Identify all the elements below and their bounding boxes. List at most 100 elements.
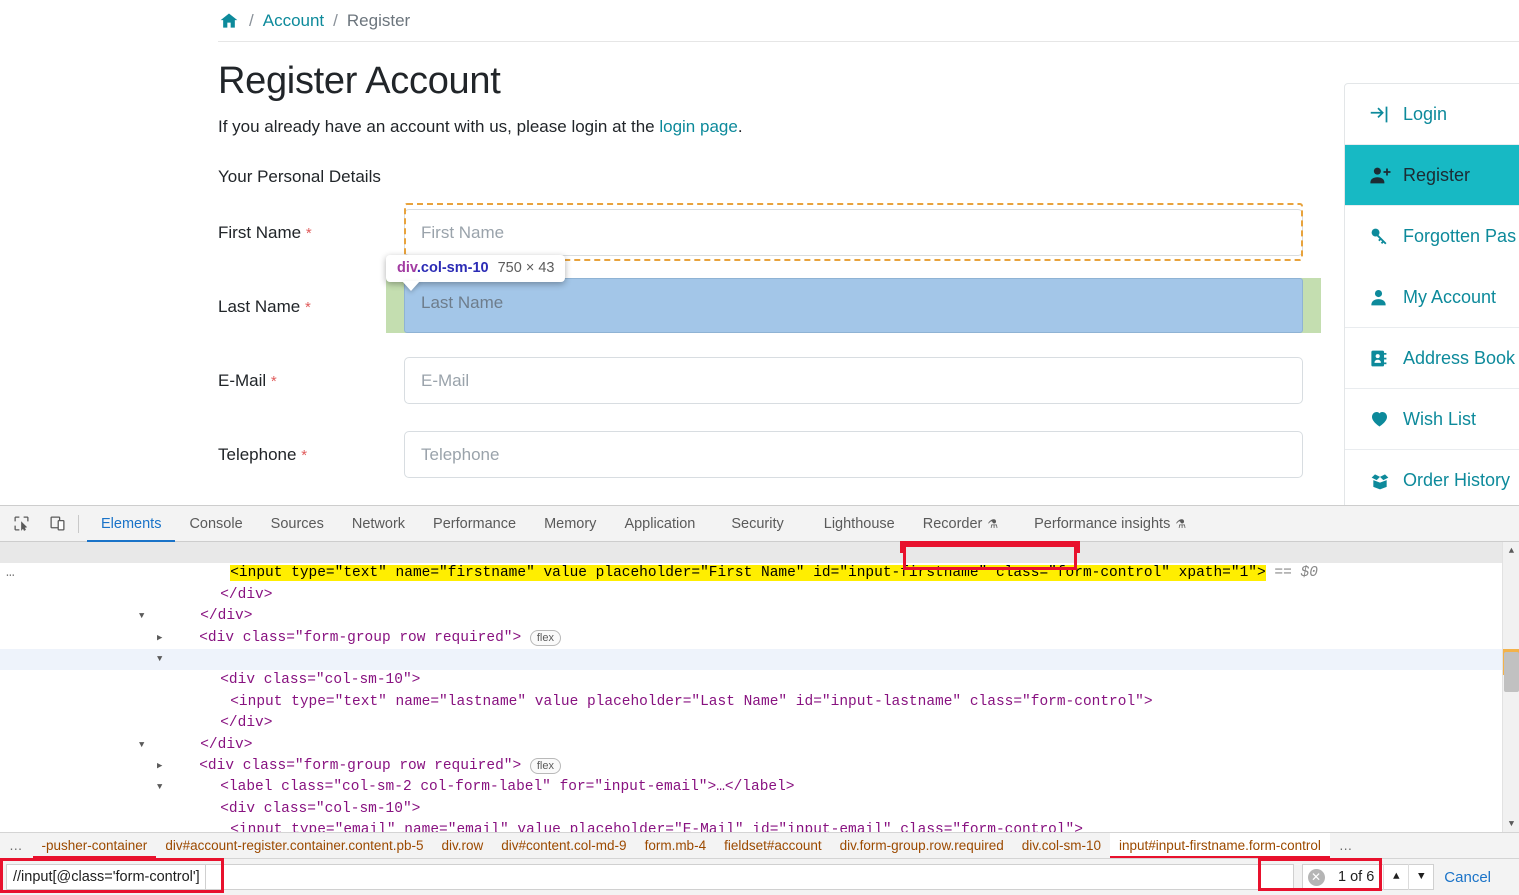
table-row[interactable]: <input type="text" name="lastname" value…: [0, 670, 1519, 691]
device-toolbar-icon[interactable]: [42, 511, 72, 537]
field-wrap-telephone: [404, 431, 1303, 478]
home-icon[interactable]: [218, 11, 240, 31]
devtools-panel: Elements Console Sources Network Perform…: [0, 505, 1519, 895]
inspector-tooltip-class: .col-sm-10: [417, 260, 489, 276]
user-plus-icon: [1369, 165, 1403, 186]
flask-icon: ⚗: [1175, 517, 1186, 531]
sidebar-item-address-book[interactable]: Address Book: [1345, 328, 1519, 389]
search-prev-icon[interactable]: ▲: [1383, 864, 1408, 890]
address-book-icon: [1369, 348, 1403, 369]
table-row[interactable]: ▼<div class="form-group row required"> f…: [0, 735, 1519, 756]
required-asterisk: *: [301, 447, 307, 464]
search-result-count: 1 of 6: [1329, 869, 1383, 885]
cancel-search-button[interactable]: Cancel: [1444, 869, 1519, 886]
sidebar-item-forgotten-password[interactable]: Forgotten Pas: [1345, 206, 1519, 267]
user-icon: [1369, 287, 1403, 308]
tab-performance-insights[interactable]: Performance insights⚗: [1012, 506, 1200, 542]
login-prompt-text: If you already have an account with us, …: [218, 117, 659, 136]
expand-triangle-icon[interactable]: ▼: [139, 606, 144, 627]
tab-elements[interactable]: Elements: [87, 506, 175, 542]
label-lastname: Last Name *: [218, 297, 404, 317]
sidebar-item-order-history-label: Order History: [1403, 470, 1510, 491]
breadcrumb-account-link[interactable]: Account: [263, 11, 324, 31]
label-firstname-text: First Name: [218, 223, 301, 242]
scrollbar-thumb[interactable]: [1504, 652, 1519, 692]
login-prompt: If you already have an account with us, …: [218, 117, 1328, 137]
tab-lighthouse[interactable]: Lighthouse: [798, 506, 909, 542]
table-row[interactable]: </div>: [0, 563, 1519, 584]
collapse-triangle-icon[interactable]: ▶: [157, 628, 162, 649]
collapse-triangle-icon[interactable]: ▶: [157, 756, 162, 777]
table-row[interactable]: ▶<label class="col-sm-2 col-form-label" …: [0, 628, 1519, 649]
breadcrumb-separator-1: /: [249, 11, 254, 31]
clear-search-icon[interactable]: ✕: [1303, 869, 1329, 886]
box-open-icon: [1369, 471, 1403, 491]
breadcrumb-overflow-ellipsis[interactable]: …: [0, 838, 33, 853]
tab-security[interactable]: Security: [709, 506, 797, 542]
table-row[interactable]: ▼<div class="col-sm-10">: [0, 777, 1519, 798]
inspector-tooltip-selector: div.col-sm-10: [397, 260, 489, 276]
tab-memory[interactable]: Memory: [530, 506, 610, 542]
table-row[interactable]: </div>: [0, 692, 1519, 713]
crumb-form-mb-4[interactable]: form.mb-4: [636, 833, 716, 859]
expand-triangle-icon[interactable]: ▼: [157, 777, 162, 798]
dom-row-hovered[interactable]: ▼<div class="col-sm-10">: [0, 649, 1519, 670]
crumb-div-col-sm-10[interactable]: div.col-sm-10: [1013, 833, 1110, 859]
input-firstname[interactable]: [404, 209, 1303, 256]
crumb-div-row[interactable]: div.row: [432, 833, 492, 859]
breadcrumb-current: Register: [347, 11, 410, 31]
table-row[interactable]: </div>: [0, 713, 1519, 734]
dom-line-input-email: <input type="email" name="email" value p…: [230, 822, 1083, 832]
table-row[interactable]: </div>: [0, 585, 1519, 606]
crumb-pusher-container[interactable]: -pusher-container: [33, 833, 157, 859]
tab-console[interactable]: Console: [175, 506, 256, 542]
scroll-down-arrow-icon[interactable]: ▼: [1503, 815, 1519, 832]
form-row-lastname: Last Name * Last Name: [218, 283, 1328, 330]
sidebar-item-my-account[interactable]: My Account: [1345, 267, 1519, 328]
field-wrap-firstname: [404, 209, 1303, 256]
tab-application[interactable]: Application: [610, 506, 709, 542]
crumb-content-col-md-9[interactable]: div#content.col-md-9: [492, 833, 635, 859]
table-row[interactable]: <input type="email" name="email" value p…: [0, 799, 1519, 820]
expand-triangle-icon[interactable]: ▼: [139, 735, 144, 756]
account-sidebar: Login Register Forgotten Pas My Account: [1344, 83, 1519, 505]
input-lastname-placeholder: Last Name: [421, 293, 503, 313]
inspect-element-icon[interactable]: [6, 511, 36, 537]
required-asterisk: *: [305, 299, 311, 316]
breadcrumb-trailing-ellipsis[interactable]: …: [1330, 838, 1363, 853]
tab-performance[interactable]: Performance: [419, 506, 530, 542]
table-row[interactable]: ▼<div class="form-group row required"> f…: [0, 606, 1519, 627]
crumb-input-firstname[interactable]: input#input-firstname.form-control: [1110, 833, 1330, 859]
dom-scrollbar[interactable]: ▲ ▼: [1502, 542, 1519, 832]
login-page-link[interactable]: login page: [659, 117, 737, 136]
flask-icon: ⚗: [987, 517, 998, 531]
search-input[interactable]: [6, 864, 206, 890]
sidebar-item-wish-list[interactable]: Wish List: [1345, 389, 1519, 450]
sidebar-item-forgotten-password-label: Forgotten Pas: [1403, 226, 1516, 247]
expand-triangle-icon[interactable]: ▼: [157, 649, 162, 670]
tab-sources[interactable]: Sources: [257, 506, 338, 542]
sidebar-item-register[interactable]: Register: [1345, 145, 1519, 206]
table-row[interactable]: ▶<label class="col-sm-2 col-form-label" …: [0, 756, 1519, 777]
input-email[interactable]: [404, 357, 1303, 404]
inspector-content-highlight[interactable]: Last Name: [404, 278, 1303, 333]
dom-row-selected[interactable]: …<input type="text" name="firstname" val…: [0, 542, 1519, 563]
sidebar-item-order-history[interactable]: Order History: [1345, 450, 1519, 505]
search-next-icon[interactable]: ▼: [1408, 864, 1433, 890]
crumb-form-group-row-required[interactable]: div.form-group.row.required: [831, 833, 1013, 859]
scroll-up-arrow-icon[interactable]: ▲: [1503, 542, 1519, 559]
tab-network[interactable]: Network: [338, 506, 419, 542]
account-menu-list: Login Register Forgotten Pas My Account: [1344, 83, 1519, 505]
tab-recorder[interactable]: Recorder⚗: [909, 506, 1012, 542]
form-row-email: E-Mail *: [218, 357, 1328, 404]
sidebar-item-login[interactable]: Login: [1345, 84, 1519, 145]
form-row-firstname: First Name *: [218, 209, 1328, 256]
browser-viewport: / Account / Register Register Account If…: [0, 0, 1519, 505]
dom-tree[interactable]: …<input type="text" name="firstname" val…: [0, 542, 1519, 832]
breadcrumb-separator-2: /: [333, 11, 338, 31]
form-row-telephone: Telephone *: [218, 431, 1328, 478]
crumb-fieldset-account[interactable]: fieldset#account: [715, 833, 831, 859]
input-telephone[interactable]: [404, 431, 1303, 478]
crumb-account-register[interactable]: div#account-register.container.content.p…: [156, 833, 432, 859]
dom-node-breadcrumb: … -pusher-container div#account-register…: [0, 832, 1519, 858]
